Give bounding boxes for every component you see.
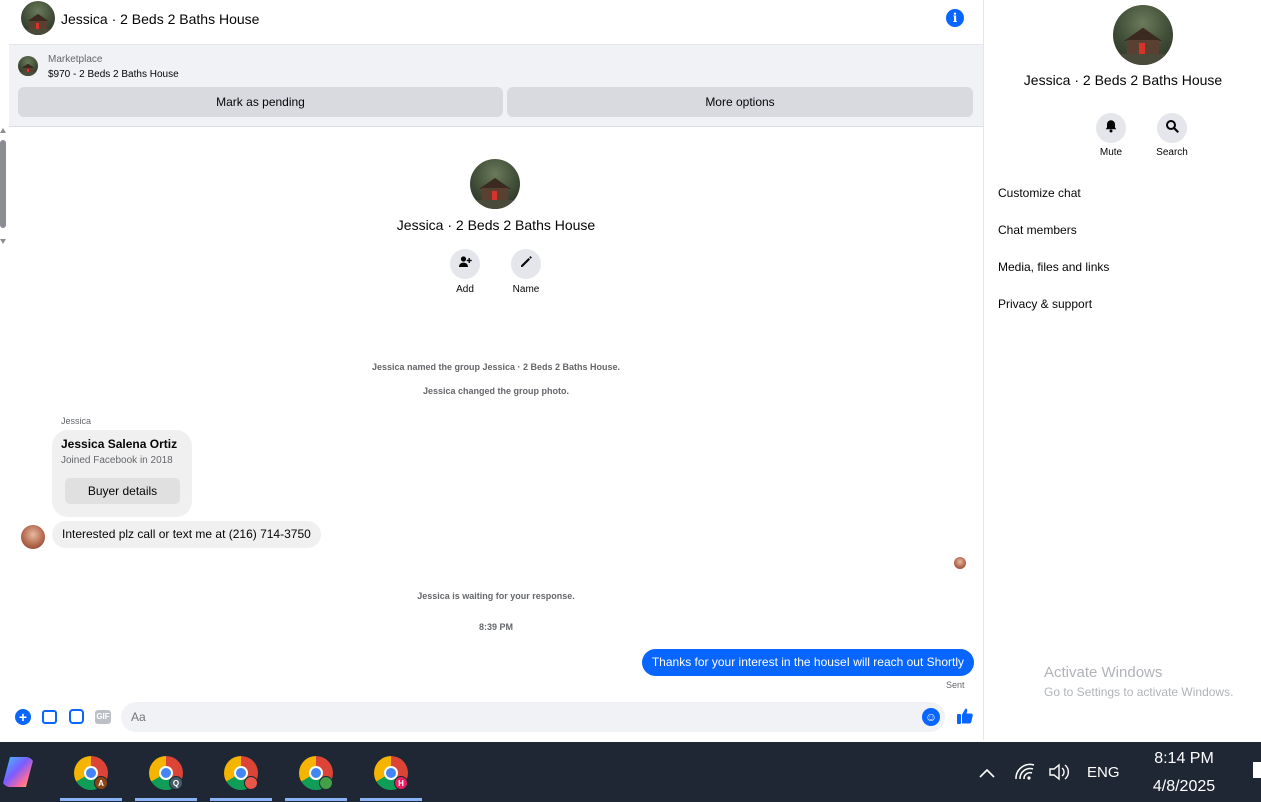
profile-badge: A: [94, 776, 108, 790]
screen: Jessica · 2 Beds 2 Baths House i Marketp…: [0, 0, 1261, 802]
profile-badge: Q: [169, 776, 183, 790]
search-button[interactable]: [1157, 113, 1187, 143]
active-app-indicator: [360, 798, 422, 801]
notification-icon[interactable]: [1253, 762, 1261, 778]
listing-thumbnail[interactable]: [18, 56, 38, 76]
buyer-details-button[interactable]: Buyer details: [65, 478, 180, 504]
privacy-support-item[interactable]: Privacy & support: [998, 297, 1092, 311]
language-indicator[interactable]: ENG: [1087, 764, 1120, 781]
more-options-button[interactable]: More options: [507, 87, 973, 117]
gif-icon[interactable]: GIF: [95, 710, 111, 724]
system-message: Jessica changed the group photo.: [422, 386, 570, 396]
wifi-icon[interactable]: [1012, 763, 1038, 785]
waiting-notice: Jessica is waiting for your response.: [417, 591, 575, 601]
activate-windows-subtitle: Go to Settings to activate Windows.: [1044, 685, 1234, 699]
scroll-up-arrow-icon[interactable]: [0, 128, 6, 133]
plus-icon[interactable]: +: [15, 709, 31, 725]
customize-chat-item[interactable]: Customize chat: [998, 186, 1081, 200]
incoming-message[interactable]: Interested plz call or text me at (216) …: [52, 521, 321, 548]
panel-title: Jessica · 2 Beds 2 Baths House: [1023, 72, 1223, 88]
add-person-button[interactable]: [450, 249, 480, 279]
clock-date[interactable]: 4/8/2025: [1140, 778, 1228, 796]
mark-as-pending-button[interactable]: Mark as pending: [18, 87, 503, 117]
chrome-icon[interactable]: A: [74, 756, 108, 790]
sender-name: Jessica: [61, 416, 92, 426]
buyer-card: Jessica Salena Ortiz Joined Facebook in …: [52, 430, 192, 517]
mute-label: Mute: [1099, 147, 1123, 158]
group-avatar[interactable]: [21, 1, 55, 35]
mute-button[interactable]: [1096, 113, 1126, 143]
scrollbar[interactable]: [0, 128, 8, 244]
name-label: Name: [512, 284, 540, 295]
chat-window: Jessica · 2 Beds 2 Baths House i Marketp…: [9, 0, 983, 740]
chat-info-panel: Jessica · 2 Beds 2 Baths House Mute Sear…: [983, 0, 1261, 740]
jessica-avatar[interactable]: [21, 525, 45, 549]
add-person-icon: [458, 256, 472, 272]
search-label: Search: [1156, 147, 1188, 158]
edit-name-button[interactable]: [511, 249, 541, 279]
listing-price[interactable]: $970 - 2 Beds 2 Baths House: [48, 69, 179, 80]
group-title: Jessica · 2 Beds 2 Baths House: [396, 217, 596, 233]
bell-icon: [1104, 120, 1118, 136]
scrollbar-thumb[interactable]: [0, 140, 6, 228]
active-app-indicator: [60, 798, 122, 801]
message-timestamp: 8:39 PM: [478, 622, 513, 632]
buyer-name: Jessica Salena Ortiz: [61, 437, 178, 451]
outgoing-message[interactable]: Thanks for your interest in the houseI w…: [641, 649, 974, 676]
marketplace-label: Marketplace: [48, 54, 103, 65]
thumbs-up-icon[interactable]: [955, 707, 975, 727]
scroll-down-arrow-icon[interactable]: [0, 239, 6, 244]
buyer-joined: Joined Facebook in 2018: [61, 455, 173, 466]
profile-badge: [319, 776, 333, 790]
message-input[interactable]: [121, 702, 945, 732]
chat-header: Jessica · 2 Beds 2 Baths House i: [9, 0, 983, 45]
panel-group-avatar: [1113, 5, 1173, 65]
composer: + GIF ☺: [9, 701, 983, 733]
marketplace-banner: Marketplace $970 - 2 Beds 2 Baths House …: [9, 45, 983, 127]
media-files-links-item[interactable]: Media, files and links: [998, 260, 1109, 274]
profile-badge: [244, 776, 258, 790]
group-avatar-large: [470, 159, 520, 209]
active-app-indicator: [210, 798, 272, 801]
chrome-icon[interactable]: [299, 756, 333, 790]
system-message: Jessica named the group Jessica · 2 Beds…: [371, 362, 621, 372]
search-icon: [1165, 120, 1179, 136]
sticker-icon[interactable]: [69, 709, 84, 724]
active-app-indicator: [285, 798, 347, 801]
active-app-indicator: [135, 798, 197, 801]
chevron-up-icon[interactable]: [976, 763, 998, 785]
info-icon[interactable]: i: [946, 9, 964, 27]
sent-status: Sent: [946, 680, 965, 690]
chrome-icon[interactable]: H: [374, 756, 408, 790]
profile-badge: H: [394, 776, 408, 790]
image-icon[interactable]: [42, 710, 57, 724]
seen-avatar: [954, 557, 966, 569]
pencil-icon: [519, 256, 533, 272]
chat-title[interactable]: Jessica · 2 Beds 2 Baths House: [61, 11, 259, 27]
chat-members-item[interactable]: Chat members: [998, 223, 1077, 237]
activate-windows-title: Activate Windows: [1044, 664, 1163, 681]
clock-time[interactable]: 8:14 PM: [1140, 750, 1228, 768]
emoji-icon[interactable]: ☺: [922, 708, 940, 726]
chrome-icon[interactable]: [224, 756, 258, 790]
volume-icon[interactable]: [1046, 763, 1072, 785]
chrome-icon[interactable]: Q: [149, 756, 183, 790]
add-label: Add: [456, 284, 474, 295]
